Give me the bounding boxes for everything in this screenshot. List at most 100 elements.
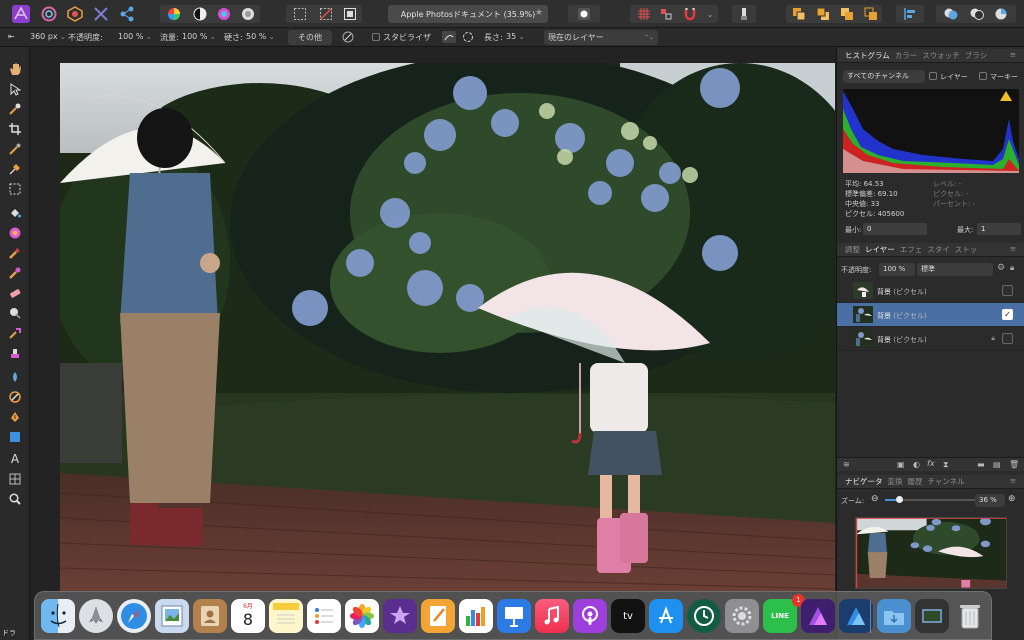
erase-brush-icon[interactable] — [7, 285, 23, 301]
layer-checkbox-row[interactable]: レイヤー — [929, 72, 968, 82]
screenshot-stack-icon[interactable] — [915, 599, 949, 633]
flow-field[interactable]: 100 % — [182, 32, 216, 41]
move-front-icon[interactable] — [860, 4, 882, 24]
smudge-brush-icon[interactable] — [7, 369, 23, 385]
blur-brush-icon[interactable] — [7, 325, 23, 341]
keynote-icon[interactable] — [497, 599, 531, 633]
paint-brush-icon[interactable] — [7, 245, 23, 261]
tab-channels[interactable]: チャンネル — [928, 476, 965, 487]
rectangle-tool-icon[interactable] — [7, 429, 23, 445]
align-icon[interactable] — [656, 4, 676, 24]
text-tool-icon[interactable]: A — [7, 451, 23, 467]
selection-brush-icon[interactable] — [7, 141, 23, 157]
zoom-slider-handle[interactable] — [896, 496, 903, 503]
layer-row-2[interactable]: 背景 (ピクセル) ✓ — [837, 303, 1024, 327]
liquify-persona-icon[interactable] — [38, 4, 60, 24]
color-wheel-icon[interactable] — [164, 4, 184, 24]
affinity-designer-icon[interactable] — [839, 599, 873, 633]
tab-swatches[interactable]: スウォッチ — [922, 50, 960, 61]
gradient-tool-icon[interactable] — [7, 225, 23, 241]
tab-effects[interactable]: エフェ — [900, 244, 923, 255]
music-icon[interactable] — [535, 599, 569, 633]
tab-adjustments[interactable]: 調整 — [845, 244, 860, 255]
move-backward-icon[interactable] — [812, 4, 834, 24]
layer-lock-icon[interactable]: 🔒︎ — [1010, 263, 1014, 273]
marquee-tool-icon[interactable] — [7, 181, 23, 197]
panel-menu-icon[interactable]: ≡ — [1010, 476, 1016, 485]
canvas-area[interactable] — [30, 47, 836, 640]
zoom-tool-icon[interactable] — [7, 491, 23, 507]
panel-menu-icon[interactable]: ≡ — [1010, 244, 1016, 253]
tab-histogram[interactable]: ヒストグラム — [845, 50, 890, 61]
flood-select-icon[interactable] — [7, 161, 23, 177]
mesh-warp-icon[interactable] — [7, 471, 23, 487]
layer-visibility-checkbox[interactable] — [1002, 333, 1013, 344]
tab-layers[interactable]: レイヤー — [865, 244, 895, 255]
flood-fill-icon[interactable] — [7, 205, 23, 221]
numbers-icon[interactable] — [459, 599, 493, 633]
channel-select[interactable]: すべてのチャンネル — [843, 70, 925, 83]
mask-icon[interactable]: ▣ — [897, 460, 905, 469]
tab-transform[interactable]: 変換 — [888, 476, 903, 487]
stabilizer-checkbox[interactable] — [372, 33, 380, 41]
system-preferences-icon[interactable] — [725, 599, 759, 633]
hardness-field[interactable]: 50 % — [246, 32, 275, 41]
apple-tv-icon[interactable]: tv — [611, 599, 645, 633]
tab-stock[interactable]: ストッ — [955, 244, 978, 255]
calendar-icon[interactable]: 6月 8 — [231, 599, 265, 633]
photo-persona-icon[interactable] — [10, 4, 32, 24]
more-options-button[interactable]: その他 — [288, 30, 332, 45]
adjustment-icon[interactable]: ◐ — [913, 460, 920, 469]
align-left-icon[interactable] — [900, 4, 920, 24]
dodge-tool-icon[interactable] — [7, 305, 23, 321]
export-persona-icon[interactable] — [116, 4, 138, 24]
subtract-shape-icon[interactable] — [966, 4, 988, 24]
color-replacement-brush-icon[interactable] — [7, 265, 23, 281]
tab-brushes[interactable]: ブラシ — [965, 50, 987, 61]
move-forward-icon[interactable] — [836, 4, 858, 24]
tab-navigator[interactable]: ナビゲータ — [845, 476, 883, 487]
window-mode-icon[interactable] — [462, 31, 474, 45]
move-tool-icon[interactable] — [7, 81, 23, 97]
invert-selection-icon[interactable] — [340, 4, 360, 24]
layer-locked-icon[interactable]: 🔒︎ — [991, 334, 995, 343]
min-field[interactable]: 0 — [863, 223, 927, 235]
pen-tool-icon[interactable] — [7, 409, 23, 425]
quick-mask-icon[interactable] — [572, 4, 596, 24]
tab-color[interactable]: カラー — [895, 50, 918, 61]
photos-icon[interactable] — [345, 599, 379, 633]
inpainting-brush-icon[interactable] — [7, 389, 23, 405]
layer-opacity-field[interactable]: 100 % — [879, 263, 915, 276]
time-machine-icon[interactable] — [687, 599, 721, 633]
hand-tool-icon[interactable] — [7, 61, 23, 77]
document-title-tab[interactable]: Apple Photosドキュメント (35.9%) ★ — [388, 5, 548, 23]
layer-settings-gear-icon[interactable]: ⚙ — [997, 263, 1005, 273]
snapping-magnet-icon[interactable] — [680, 4, 700, 24]
tone-mapping-persona-icon[interactable] — [90, 4, 112, 24]
contrast-icon[interactable] — [190, 4, 210, 24]
delete-layer-icon[interactable]: 🗑︎ — [1009, 460, 1019, 469]
marquee-checkbox-row[interactable]: マーキー — [979, 72, 1018, 82]
launchpad-icon[interactable] — [79, 599, 113, 633]
develop-persona-icon[interactable] — [64, 4, 86, 24]
brush-pressure-icon[interactable] — [342, 31, 354, 45]
brush-mode-icon[interactable] — [734, 4, 754, 24]
group-folder-icon[interactable]: ▬ — [977, 460, 985, 469]
finder-icon[interactable] — [41, 599, 75, 633]
zoom-field[interactable]: 36 % — [975, 494, 1005, 507]
zoom-slider[interactable] — [885, 496, 975, 503]
document-photo[interactable] — [60, 63, 835, 591]
saturation-icon[interactable] — [214, 4, 234, 24]
app-store-icon[interactable] — [649, 599, 683, 633]
stabilizer-toggle[interactable]: スタビライザ — [372, 32, 431, 43]
tab-history[interactable]: 履歴 — [908, 476, 923, 487]
source-layer-select[interactable]: 現在のレイヤー — [544, 30, 658, 45]
length-field[interactable]: 35 — [506, 32, 525, 41]
deselect-icon[interactable] — [316, 4, 336, 24]
max-field[interactable]: 1 — [977, 223, 1021, 235]
podcasts-icon[interactable] — [573, 599, 607, 633]
layer-visibility-checkbox[interactable] — [1002, 285, 1013, 296]
zoom-in-icon[interactable]: ⊕ — [1008, 494, 1016, 504]
width-field[interactable]: 360 px — [30, 32, 66, 41]
contacts-icon[interactable] — [193, 599, 227, 633]
